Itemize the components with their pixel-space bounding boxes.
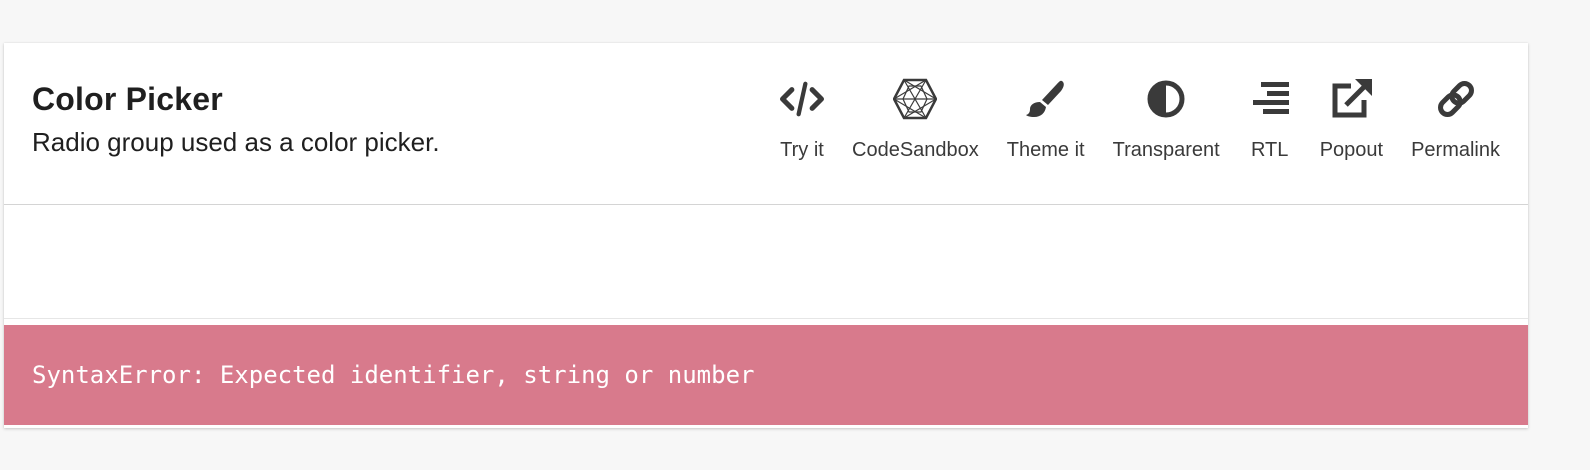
code-icon (780, 77, 824, 121)
try-it-button[interactable]: Try it (780, 77, 824, 162)
popout-label: Popout (1319, 139, 1384, 161)
demo-preview-area (4, 205, 1528, 319)
try-it-label: Try it (780, 139, 824, 161)
error-message: SyntaxError: Expected identifier, string… (32, 361, 755, 389)
codesandbox-icon (893, 77, 938, 121)
align-right-icon (1248, 77, 1292, 121)
demo-toolbar: Try it CodeSandbox Theme it Transparent … (780, 77, 1500, 162)
codesandbox-button[interactable]: CodeSandbox (852, 77, 979, 162)
permalink-label: Permalink (1411, 139, 1500, 161)
theme-it-label: Theme it (1006, 139, 1085, 161)
theme-it-button[interactable]: Theme it (1007, 77, 1085, 162)
demo-title: Color Picker (32, 81, 223, 117)
codesandbox-label: CodeSandbox (852, 139, 979, 161)
demo-description: Radio group used as a color picker. (32, 127, 440, 157)
link-icon (1434, 77, 1478, 121)
paintbrush-icon (1024, 77, 1068, 121)
transparent-label: Transparent (1112, 139, 1220, 161)
popout-button[interactable]: Popout (1320, 77, 1383, 162)
demo-card: Color Picker Radio group used as a color… (4, 43, 1528, 428)
transparent-button[interactable]: Transparent (1113, 77, 1220, 162)
external-link-icon (1329, 77, 1373, 121)
permalink-button[interactable]: Permalink (1411, 77, 1500, 162)
error-banner: SyntaxError: Expected identifier, string… (4, 325, 1528, 425)
rtl-button[interactable]: RTL (1248, 77, 1292, 162)
adjust-contrast-icon (1144, 77, 1188, 121)
demo-header: Color Picker Radio group used as a color… (4, 43, 1528, 205)
rtl-label: RTL (1250, 139, 1289, 161)
